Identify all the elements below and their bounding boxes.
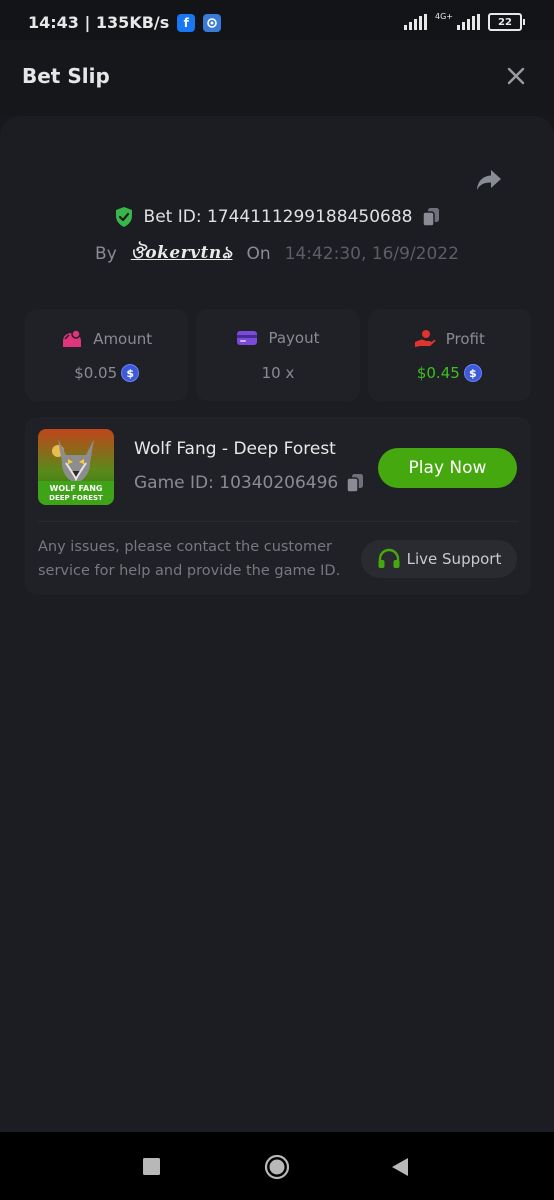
stat-profit-value-row: $0.45 $: [368, 364, 531, 382]
play-now-button[interactable]: Play Now: [378, 448, 517, 488]
divider: [38, 521, 518, 522]
close-icon: [507, 67, 525, 85]
on-label: On: [246, 244, 271, 264]
stat-amount-label: Amount: [93, 330, 153, 348]
game-id: Game ID: 10340206496: [134, 473, 339, 493]
stat-payout: Payout 10 x: [196, 309, 360, 401]
amount-icon: [63, 329, 82, 347]
status-time: 14:43 | 135KB/s: [28, 13, 170, 32]
battery-icon: 22: [488, 13, 525, 31]
payout-card-icon: [237, 331, 258, 345]
square-icon: [143, 1158, 160, 1175]
status-right: 4G+ 22: [404, 11, 525, 31]
share-button[interactable]: [474, 166, 504, 194]
stat-payout-value: 10 x: [261, 364, 295, 382]
bet-slip-panel: Bet ID: 1744111299188450688 By ঔokervtnঌ…: [0, 116, 554, 1132]
stat-amount: Amount $0.05 $: [25, 309, 189, 401]
system-nav-bar: [0, 1132, 554, 1200]
by-row: By ঔokervtnঌ On 14:42:30, 16/9/2022: [0, 240, 554, 268]
headset-icon: [378, 548, 400, 568]
bet-id: Bet ID: 1744111299188450688: [143, 207, 413, 227]
coin-icon: $: [121, 364, 140, 382]
support-text: Any issues, please contact the customer …: [38, 539, 341, 579]
svg-text:DEEP FOREST: DEEP FOREST: [49, 494, 103, 502]
game-title: Wolf Fang - Deep Forest: [134, 439, 336, 459]
back-button[interactable]: [391, 1157, 409, 1181]
page-title: Bet Slip: [22, 64, 110, 88]
username-link[interactable]: ঔokervtnঌ: [131, 240, 233, 268]
by-label: By: [95, 244, 117, 264]
copy-icon: [346, 474, 364, 493]
stats-row: Amount $0.05 $ Payout 10 x Profit $0.45 …: [25, 309, 531, 401]
live-support-button[interactable]: Live Support: [361, 540, 517, 578]
battery-level: 22: [498, 16, 512, 28]
stat-profit: Profit $0.45 $: [367, 309, 531, 401]
status-bar: 14:43 | 135KB/s f 4G+ 22: [0, 0, 554, 40]
signal-icon: [404, 14, 427, 30]
bet-id-row: Bet ID: 1744111299188450688: [0, 206, 554, 228]
copy-icon: [422, 208, 440, 227]
home-button[interactable]: [264, 1154, 290, 1184]
stat-payout-value-row: 10 x: [196, 364, 359, 382]
facebook-icon: f: [177, 13, 196, 32]
recents-button[interactable]: [143, 1158, 160, 1179]
shield-check-icon: [115, 207, 132, 227]
play-now-label: Play Now: [408, 458, 487, 478]
stat-profit-label: Profit: [445, 330, 485, 348]
stat-amount-value: $0.05: [74, 364, 118, 382]
stat-profit-head: Profit: [368, 329, 531, 349]
status-left: 14:43 | 135KB/s f: [28, 13, 222, 32]
network-label: 4G+: [435, 11, 453, 21]
stat-profit-value: $0.45: [416, 364, 460, 382]
copy-bet-id-button[interactable]: [422, 207, 440, 227]
coin-icon: $: [463, 364, 482, 382]
live-support-label: Live Support: [406, 550, 502, 568]
back-triangle-icon: [392, 1158, 408, 1176]
game-thumbnail[interactable]: WOLF FANG DEEP FOREST: [38, 429, 114, 505]
stat-payout-label: Payout: [268, 329, 320, 347]
game-card: WOLF FANG DEEP FOREST Wolf Fang - Deep F…: [25, 417, 531, 595]
profit-hand-icon: [414, 330, 436, 347]
copy-game-id-button[interactable]: [346, 473, 364, 493]
stat-payout-head: Payout: [196, 329, 359, 347]
screen: 14:43 | 135KB/s f 4G+ 22 Bet Slip Bet ID…: [0, 0, 554, 1200]
home-circle-icon: [264, 1154, 290, 1180]
messenger-icon: [203, 13, 222, 32]
signal-icon-2: [457, 14, 480, 30]
stat-amount-value-row: $0.05 $: [25, 364, 188, 382]
svg-text:WOLF FANG: WOLF FANG: [50, 484, 103, 493]
game-id-row: Game ID: 10340206496: [134, 473, 364, 493]
close-button[interactable]: [504, 64, 528, 88]
wolf-fang-thumbnail: WOLF FANG DEEP FOREST: [38, 429, 114, 505]
share-icon: [477, 170, 501, 190]
bet-timestamp: 14:42:30, 16/9/2022: [284, 244, 459, 264]
stat-amount-head: Amount: [25, 329, 188, 349]
header: Bet Slip: [0, 40, 554, 116]
